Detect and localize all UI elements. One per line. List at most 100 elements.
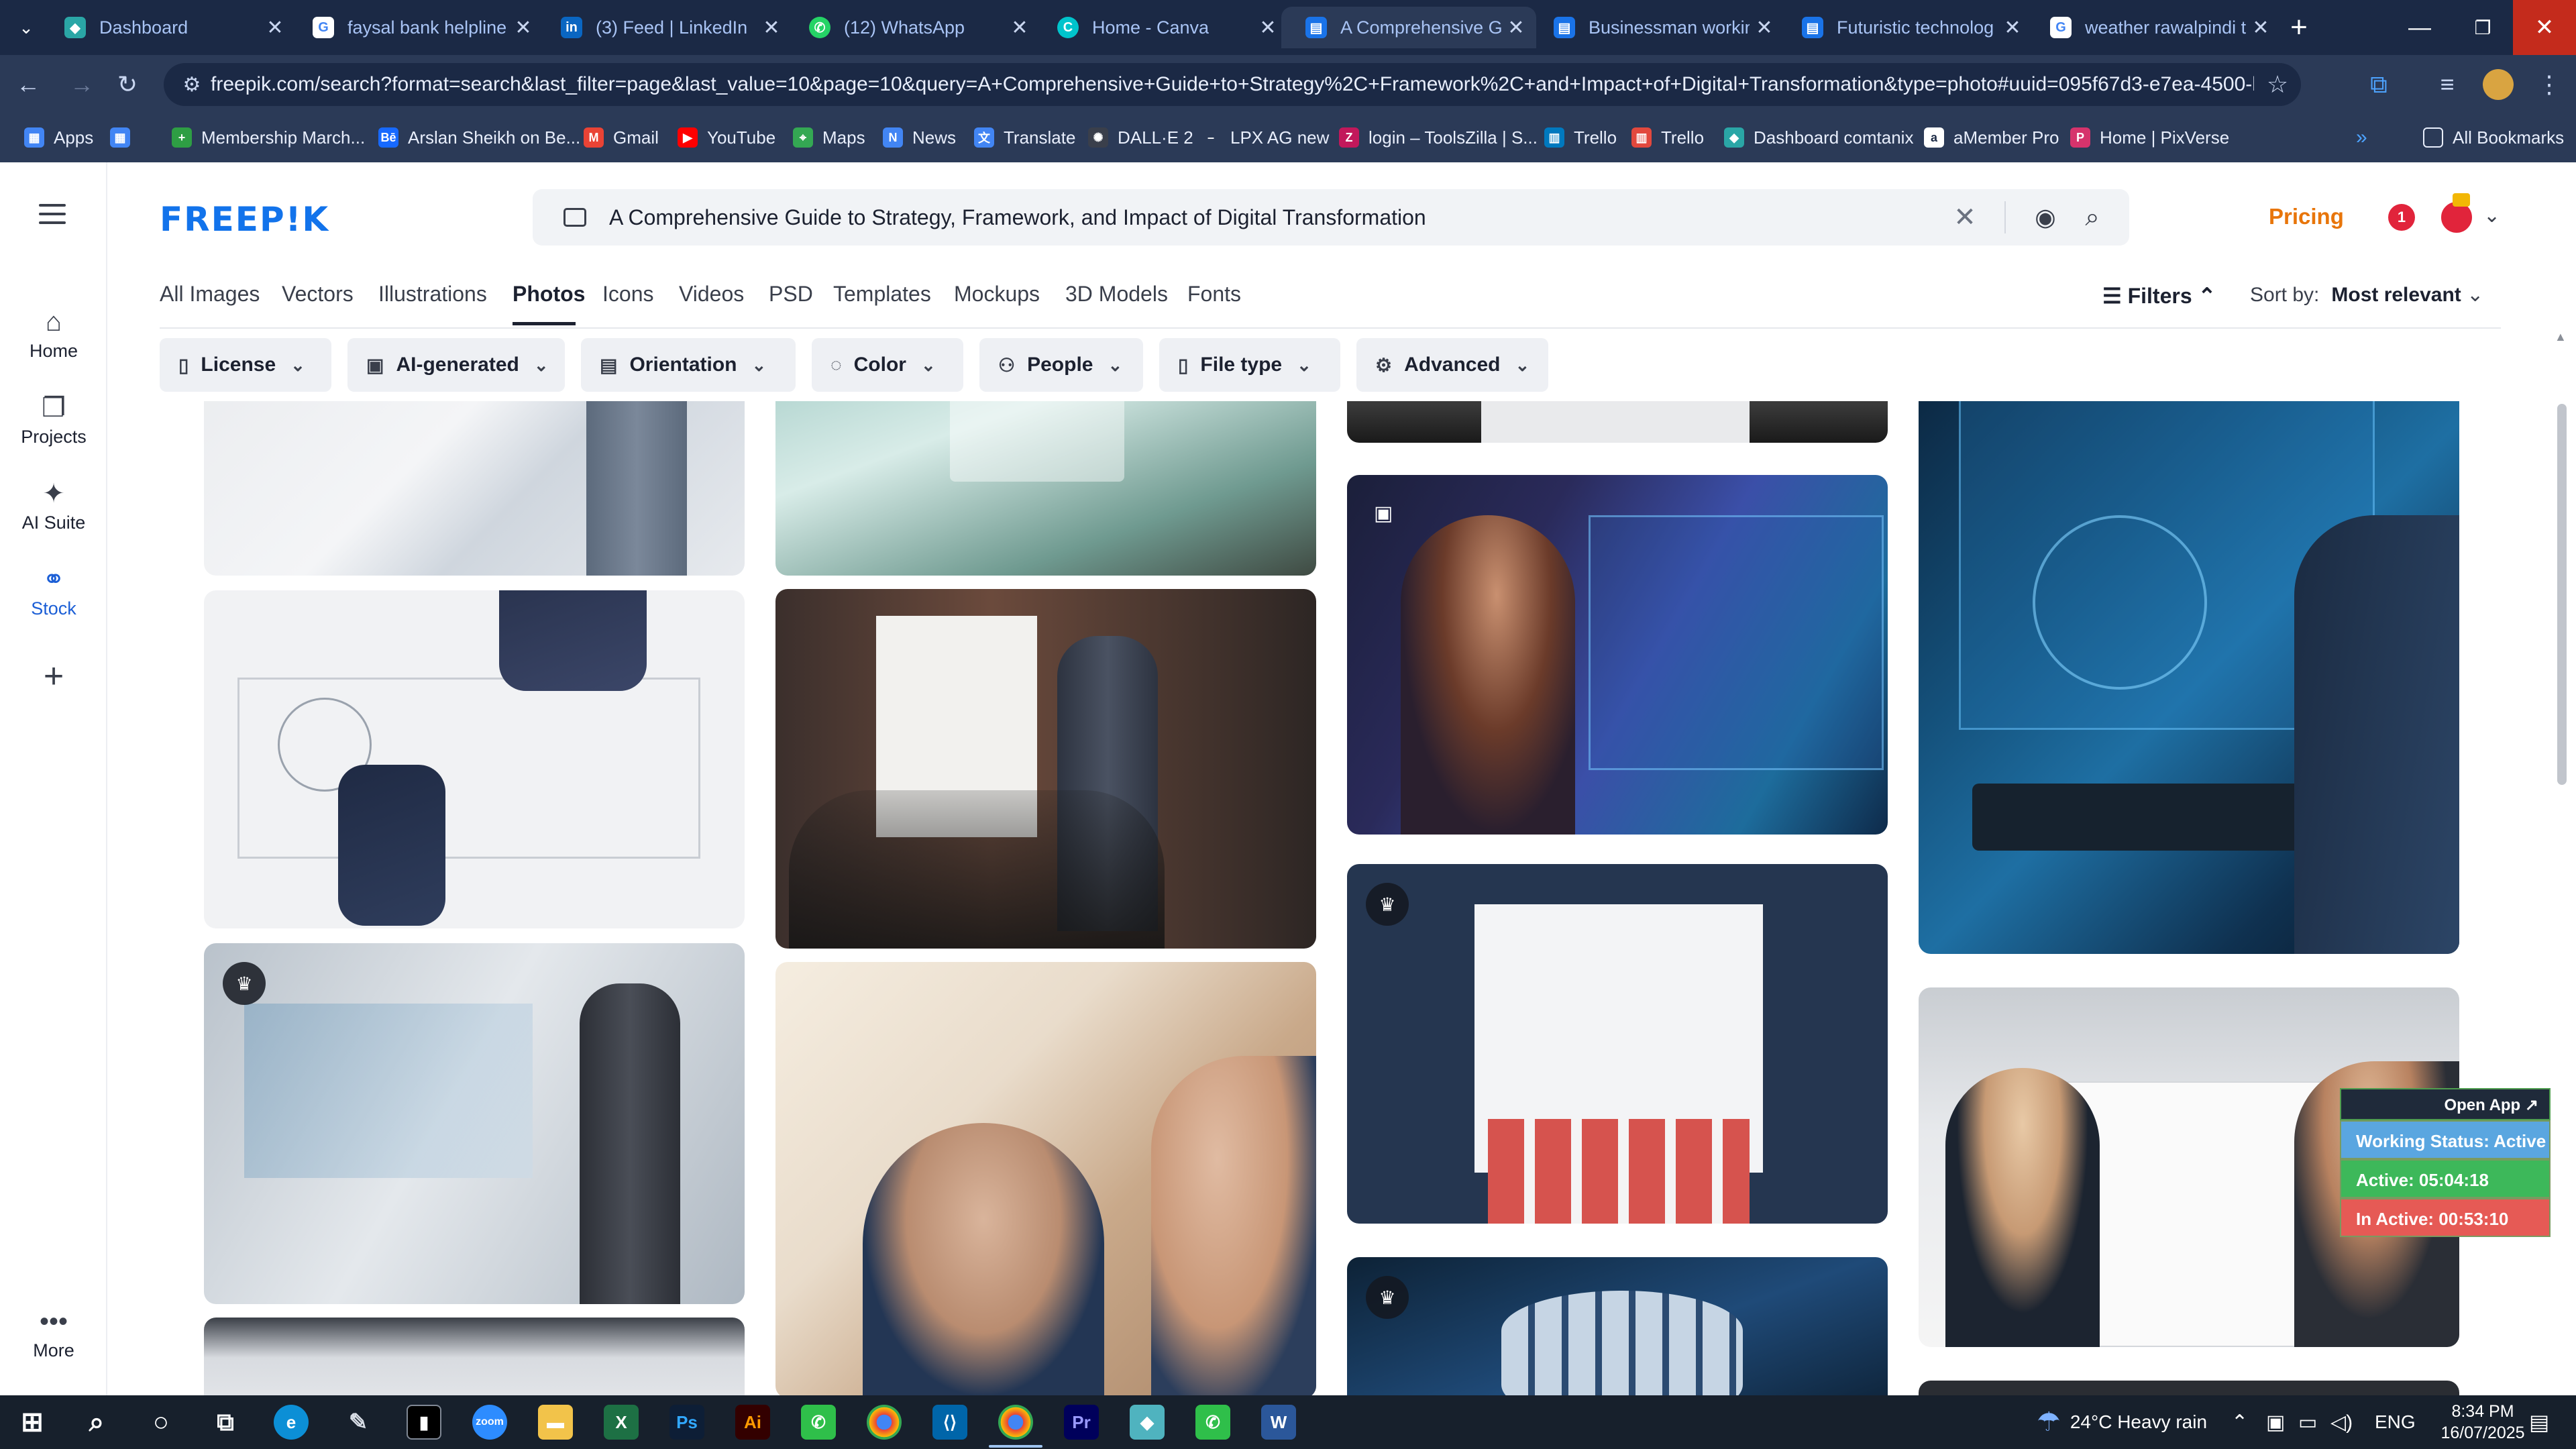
new-tab-plus-icon[interactable]: + <box>2269 0 2329 55</box>
meet-now-icon[interactable]: ▣ <box>2266 1395 2285 1449</box>
search-bar[interactable]: A Comprehensive Guide to Strategy, Frame… <box>533 189 2129 246</box>
app-diamond-icon[interactable]: ◆ <box>1130 1405 1165 1440</box>
result-image-1[interactable] <box>204 401 745 576</box>
bookmark-maps[interactable]: ⌖ Maps <box>793 122 865 153</box>
bookmark-amember[interactable]: a aMember Pro <box>1924 122 2059 153</box>
filter-color[interactable]: ◌ Color ⌄ <box>812 338 963 392</box>
minimize-icon[interactable]: — <box>2388 0 2451 55</box>
tab-3d-models[interactable]: 3D Models <box>1065 282 1168 307</box>
tab-all-images[interactable]: All Images <box>160 282 260 307</box>
nav-home[interactable]: ⌂ Home <box>0 303 107 362</box>
page-scrollbar[interactable] <box>2557 404 2567 785</box>
volume-icon[interactable]: ◁) <box>2330 1395 2353 1449</box>
camera-search-icon[interactable]: ◉ <box>2022 203 2069 231</box>
back-arrow-icon[interactable]: ← <box>8 64 48 105</box>
tab-linkedin[interactable]: in (3) Feed | LinkedIn ✕ <box>537 7 792 48</box>
tab-canva[interactable]: C Home - Canva ✕ <box>1033 7 1288 48</box>
vscode-icon[interactable]: ⟨⟩ <box>932 1405 967 1440</box>
search-icon[interactable]: ⌕ <box>2069 203 2116 232</box>
close-tab-icon[interactable]: ✕ <box>1998 16 2027 40</box>
task-view-icon[interactable]: ⧉ <box>208 1405 243 1440</box>
tab-faysal-bank[interactable]: G faysal bank helpline - ✕ <box>288 7 543 48</box>
bookmarks-overflow-icon[interactable]: » <box>2356 122 2367 153</box>
edge-browser-icon[interactable]: e <box>274 1405 309 1440</box>
bookmark-star-icon[interactable]: ☆ <box>2254 70 2301 99</box>
tab-mockups[interactable]: Mockups <box>954 282 1040 307</box>
open-app-link[interactable]: Open App ↗ <box>2340 1088 2551 1120</box>
freepik-logo[interactable]: FREEP!K <box>160 200 329 239</box>
spotify-like-green-icon[interactable]: ✆ <box>801 1405 836 1440</box>
profile-avatar-icon[interactable] <box>2478 64 2518 105</box>
close-window-icon[interactable]: ✕ <box>2513 0 2576 55</box>
illustrator-icon[interactable]: Ai <box>735 1405 770 1440</box>
result-image-8[interactable]: ♛ <box>1347 864 1888 1224</box>
filter-advanced[interactable]: ⚙ Advanced ⌄ <box>1356 338 1548 392</box>
cortana-circle-icon[interactable]: ○ <box>144 1405 178 1440</box>
close-tab-icon[interactable]: ✕ <box>508 16 538 40</box>
url-text[interactable]: freepik.com/search?format=search&last_fi… <box>211 73 2254 96</box>
photoshop-icon[interactable]: Ps <box>669 1405 704 1440</box>
close-tab-icon[interactable]: ✕ <box>260 16 290 40</box>
tab-vectors[interactable]: Vectors <box>282 282 354 307</box>
search-icon[interactable]: ⌕ <box>79 1405 114 1440</box>
search-input[interactable]: A Comprehensive Guide to Strategy, Frame… <box>609 205 1941 230</box>
tab-weather-rawalpindi[interactable]: G weather rawalpindi to ✕ <box>2026 7 2281 48</box>
result-image-12[interactable]: ♛ <box>1347 1257 1888 1395</box>
sort-dropdown[interactable]: Sort by: Most relevant ⌄ <box>2250 283 2483 307</box>
bookmark-translate[interactable]: 文 Translate <box>974 122 1075 153</box>
result-image-13[interactable] <box>204 1318 745 1395</box>
zoom-app-icon[interactable]: zoom <box>472 1405 507 1440</box>
terminal-icon[interactable]: ▮ <box>407 1405 441 1440</box>
media-controls-icon[interactable]: ≡ <box>2427 64 2467 105</box>
tab-icons[interactable]: Icons <box>602 282 653 307</box>
result-image-7[interactable] <box>775 589 1316 949</box>
bookmark-trello-1[interactable]: ▥ Trello <box>1544 122 1617 153</box>
image-search-icon[interactable] <box>564 208 586 227</box>
tab-comprehensive-guide[interactable]: ▤ A Comprehensive Gu ✕ <box>1281 7 1536 48</box>
bookmark-gmail[interactable]: M Gmail <box>584 122 659 153</box>
hamburger-menu-icon[interactable] <box>39 204 66 224</box>
result-image-3[interactable] <box>1347 401 1888 443</box>
bookmark-trello-2[interactable]: ▥ Trello <box>1631 122 1704 153</box>
close-tab-icon[interactable]: ✕ <box>757 16 786 40</box>
close-tab-icon[interactable]: ✕ <box>1005 16 1034 40</box>
tab-illustrations[interactable]: Illustrations <box>378 282 487 307</box>
tab-businessman-working[interactable]: ▤ Businessman working ✕ <box>1529 7 1784 48</box>
result-image-2[interactable] <box>775 401 1316 576</box>
scroll-up-arrow-icon[interactable]: ▲ <box>2555 330 2567 344</box>
bookmark-toolszilla[interactable]: Zlogin – ToolsZilla | S... <box>1339 122 1538 153</box>
bookmark-behance[interactable]: Bē Arslan Sheikh on Be... <box>378 122 580 153</box>
weather-widget[interactable]: ☂ 24°C Heavy rain <box>2037 1395 2207 1449</box>
bookmark-tab-groups[interactable]: ▦ <box>110 122 140 153</box>
bookmark-news[interactable]: N News <box>883 122 956 153</box>
result-image-14[interactable] <box>1919 1381 2459 1395</box>
filter-license[interactable]: ▯ License ⌄ <box>160 338 331 392</box>
tab-fonts[interactable]: Fonts <box>1187 282 1241 307</box>
chevron-down-icon[interactable]: ⌄ <box>2483 204 2500 227</box>
site-info-icon[interactable]: ⚙ <box>173 73 211 97</box>
clock[interactable]: 8:34 PM 16/07/2025 <box>2432 1395 2533 1449</box>
bookmark-youtube[interactable]: ▶ YouTube <box>678 122 775 153</box>
clear-search-icon[interactable]: ✕ <box>1941 202 1988 233</box>
close-tab-icon[interactable]: ✕ <box>1253 16 1283 40</box>
pen-tool-icon[interactable]: ✎ <box>341 1405 376 1440</box>
whatsapp-taskbar-icon[interactable]: ✆ <box>1195 1405 1230 1440</box>
notification-center-icon[interactable]: ▤ <box>2529 1395 2549 1449</box>
premiere-icon[interactable]: Pr <box>1064 1405 1099 1440</box>
filter-ai-generated[interactable]: ▣ AI-generated ⌄ <box>347 338 565 392</box>
tab-psd[interactable]: PSD <box>769 282 813 307</box>
network-icon[interactable]: ▭ <box>2298 1395 2317 1449</box>
tab-whatsapp[interactable]: ✆ (12) WhatsApp ✕ <box>785 7 1040 48</box>
file-explorer-icon[interactable]: ▬ <box>538 1405 573 1440</box>
pricing-link[interactable]: Pricing <box>2269 204 2344 229</box>
word-icon[interactable]: W <box>1261 1405 1296 1440</box>
tab-futuristic-technology[interactable]: ▤ Futuristic technolog ✕ <box>1778 7 2033 48</box>
bookmark-apps[interactable]: ▦ Apps <box>24 122 93 153</box>
tab-photos[interactable]: Photos <box>513 282 585 307</box>
notifications-badge[interactable]: 1 <box>2388 204 2415 231</box>
filter-orientation[interactable]: ▤ Orientation ⌄ <box>581 338 796 392</box>
filters-toggle[interactable]: ☰ Filters ⌃ <box>2102 283 2216 309</box>
extensions-icon[interactable]: ⧉ <box>2359 64 2399 105</box>
bookmark-pixverse[interactable]: P Home | PixVerse <box>2070 122 2229 153</box>
windows-start-icon[interactable]: ⊞ <box>15 1405 50 1440</box>
